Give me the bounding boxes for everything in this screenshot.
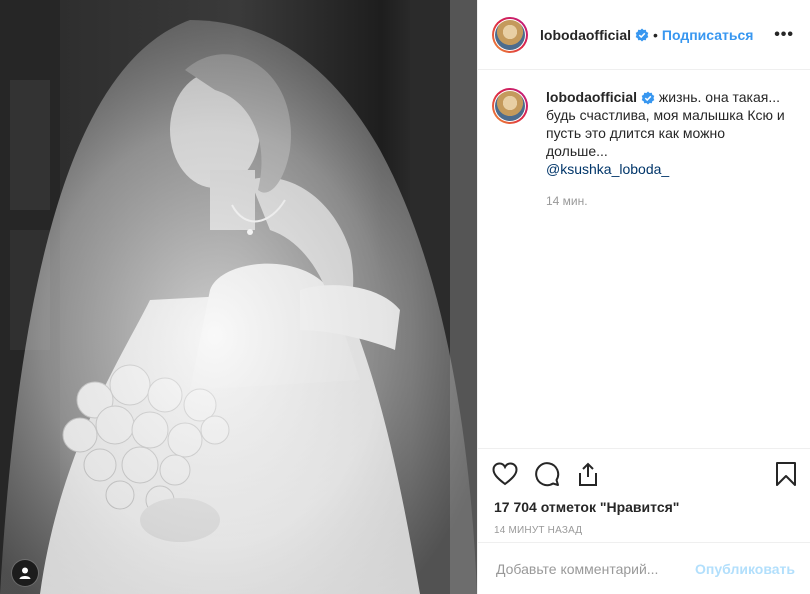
likes-count[interactable]: 17 704 отметок "Нравится" [478, 489, 810, 515]
caption-time[interactable]: 14 мин. [546, 192, 786, 210]
more-options-button[interactable]: ••• [774, 26, 794, 44]
bride-photo-illustration [0, 0, 477, 594]
post-actions: 17 704 отметок "Нравится" 14 минут назад [478, 448, 810, 536]
verified-badge-icon [641, 91, 655, 105]
tagged-user-button[interactable] [12, 560, 38, 586]
publish-button[interactable]: Опубликовать [695, 561, 795, 577]
user-icon [19, 567, 31, 579]
caption-body: lobodaofficial жизнь. она такая... будь … [546, 88, 786, 210]
avatar[interactable] [492, 17, 528, 53]
heart-icon[interactable] [492, 462, 518, 486]
comment-bar: Опубликовать [478, 542, 810, 594]
post-sidebar: lobodaofficial • Подписаться ••• lobodao… [477, 0, 810, 594]
verified-badge-icon [635, 28, 649, 42]
comment-icon[interactable] [534, 461, 560, 487]
post-header: lobodaofficial • Подписаться ••• [478, 0, 810, 70]
caption: lobodaofficial жизнь. она такая... будь … [478, 70, 810, 210]
post-photo[interactable] [0, 0, 477, 594]
caption-avatar[interactable] [492, 88, 528, 124]
posted-time[interactable]: 14 минут назад [478, 515, 810, 536]
header-separator: • [653, 26, 658, 43]
comment-input[interactable] [494, 559, 696, 578]
header-username[interactable]: lobodaofficial [540, 27, 631, 43]
action-icons [478, 449, 810, 489]
follow-button[interactable]: Подписаться [662, 27, 754, 43]
share-icon[interactable] [576, 461, 600, 487]
bookmark-icon[interactable] [775, 461, 797, 487]
caption-mention-link[interactable]: @ksushka_loboda_ [546, 160, 669, 178]
caption-username[interactable]: lobodaofficial [546, 89, 637, 105]
instagram-post: lobodaofficial • Подписаться ••• lobodao… [0, 0, 810, 594]
